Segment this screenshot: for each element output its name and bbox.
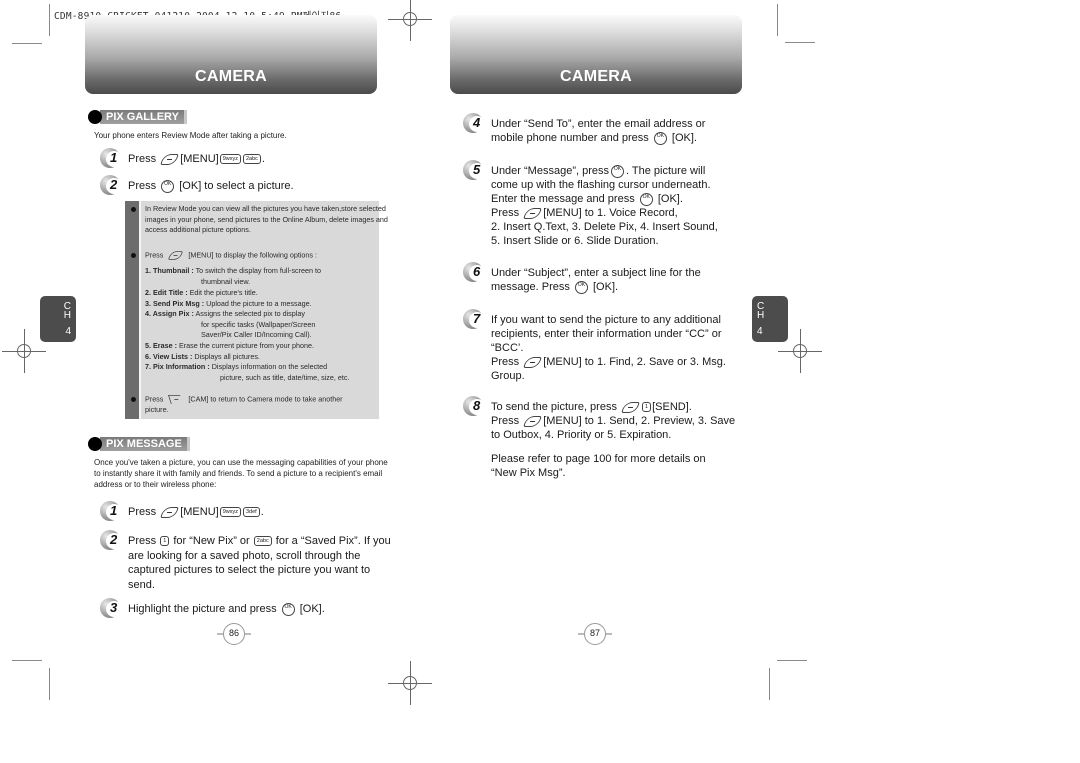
option-erase: 5. Erase : Erase the current picture fro… <box>145 341 315 350</box>
header-banner-right: CAMERA <box>450 15 742 94</box>
crop-mark <box>769 668 770 700</box>
step-number-icon: 2 <box>100 530 124 550</box>
soft-key-left-icon <box>160 153 179 165</box>
info-bullet-menu: Press [MENU] to display the following op… <box>131 250 389 261</box>
soft-key-left-icon <box>523 415 542 427</box>
number-key-icon: 9wxyz <box>219 507 241 518</box>
camera-soft-key-icon <box>168 395 184 404</box>
message-step-5: 5 Under “Message”, press OK. The picture … <box>463 160 718 248</box>
soft-key-left-icon <box>621 401 640 413</box>
header-banner-left: CAMERA <box>85 15 377 94</box>
section-heading-pix-message: PIX MESSAGE <box>88 436 190 452</box>
chapter-number: 4 <box>65 326 71 337</box>
number-key-icon: 3def <box>242 507 260 518</box>
step-number-icon: 6 <box>463 262 487 282</box>
option-pix-information: 7. Pix Information : Displays informatio… <box>145 362 350 382</box>
registration-mark <box>388 661 432 705</box>
number-key-icon: 9wxyz <box>219 154 241 165</box>
soft-key-left-icon <box>523 207 542 219</box>
heading-dot-icon <box>88 437 102 451</box>
page-number-right: 87 <box>578 623 612 645</box>
message-step-3: 3 Highlight the picture and press OK [OK… <box>100 598 325 618</box>
step-number-icon: 3 <box>100 598 124 618</box>
chapter-tab-right: CH 4 <box>752 296 788 342</box>
message-step-7: 7 If you want to send the picture to any… <box>463 309 726 383</box>
crop-mark <box>777 660 807 661</box>
step-number-icon: 7 <box>463 309 487 329</box>
step-number-icon: 5 <box>463 160 487 180</box>
message-intro: Once you've taken a picture, you can use… <box>94 458 388 489</box>
number-key-icon: 2abc <box>242 154 261 165</box>
chapter-number: 4 <box>757 326 763 337</box>
option-edit-title: 2. Edit Title : Edit the picture's title… <box>145 288 258 297</box>
crop-mark <box>49 4 50 36</box>
chapter-c: CH <box>757 301 765 321</box>
message-step-4: 4 Under “Send To”, enter the email addre… <box>463 113 705 145</box>
ok-key-icon: OK <box>653 131 667 145</box>
number-key-icon: 2abc <box>253 536 272 547</box>
soft-key-left-icon <box>523 356 542 368</box>
page-number-left: 86 <box>217 623 251 645</box>
crop-mark <box>12 660 42 661</box>
bullet-icon <box>131 207 136 212</box>
message-step-1: 1 Press [MENU] 9wxyz 3def. <box>100 501 264 521</box>
chapter-c: CH <box>63 301 71 321</box>
step-number-icon: 8 <box>463 396 487 416</box>
registration-mark <box>388 0 432 41</box>
pix-msg-note: Please refer to page 100 for more detail… <box>491 453 706 479</box>
ok-key-icon: OK <box>611 164 624 178</box>
ok-key-icon: OK <box>639 192 653 206</box>
info-bullet-cam: Press [CAM] to return to Camera mode to … <box>131 394 389 416</box>
crop-mark <box>49 668 50 700</box>
step-number-icon: 1 <box>100 501 124 521</box>
ok-key-icon: OK <box>281 602 295 616</box>
chapter-tab-left: CH 4 <box>40 296 76 342</box>
crop-mark <box>785 42 815 43</box>
ok-key-icon: OK <box>574 280 588 294</box>
gallery-step-1: 1 Press [MENU] 9wxyz 2abc. <box>100 148 265 168</box>
bullet-icon <box>131 397 136 402</box>
step-number-icon: 4 <box>463 113 487 133</box>
registration-mark <box>778 329 822 373</box>
bullet-icon <box>131 253 136 258</box>
soft-key-left-icon <box>160 506 179 518</box>
step-number-icon: 1 <box>100 148 124 168</box>
option-send-pix-msg: 3. Send Pix Msg : Upload the picture to … <box>145 298 312 308</box>
option-thumbnail: 1. Thumbnail : To switch the display fro… <box>145 266 322 286</box>
send-key-icon: 1 <box>642 402 652 413</box>
message-step-2: 2 Press 1 for “New Pix” or 2abc for a “S… <box>100 530 392 592</box>
option-view-lists: 6. View Lists : Displays all pictures. <box>145 351 260 361</box>
message-step-8: 8 To send the picture, press 1 [SEND]. Pr… <box>463 396 735 442</box>
info-bullet-review-mode: In Review Mode you can view all the pict… <box>131 204 389 236</box>
header-title: CAMERA <box>559 68 633 85</box>
review-mode-info-box: In Review Mode you can view all the pict… <box>125 201 388 419</box>
message-step-6: 6 Under “Subject”, enter a subject line … <box>463 262 701 294</box>
header-title: CAMERA <box>194 68 268 85</box>
gallery-intro: Your phone enters Review Mode after taki… <box>94 131 287 140</box>
registration-mark <box>2 329 46 373</box>
crop-mark <box>777 4 778 36</box>
soft-key-left-icon <box>168 251 184 260</box>
gallery-step-2: 2 Press OK [OK] to select a picture. <box>100 175 294 195</box>
step-number-icon: 2 <box>100 175 124 195</box>
ok-key-icon: OK <box>161 179 175 193</box>
number-key-icon: 1 <box>160 536 170 547</box>
heading-dot-icon <box>88 110 102 124</box>
crop-mark <box>12 43 42 44</box>
section-heading-pix-gallery: PIX GALLERY <box>88 109 187 125</box>
option-assign-pix: 4. Assign Pix : Assigns the selected pix… <box>145 309 316 340</box>
